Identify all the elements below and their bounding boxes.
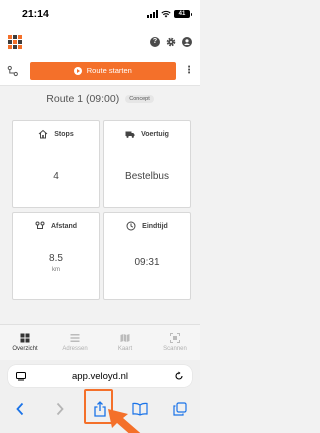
nav-label: Scannen bbox=[163, 346, 187, 352]
stops-label: Stops bbox=[54, 130, 74, 138]
end-time-card-header: Eindtijd bbox=[104, 221, 190, 231]
scan-icon bbox=[170, 333, 180, 343]
distance-value: 8.5 bbox=[49, 253, 63, 264]
distance-card[interactable]: Afstand 8.5 km bbox=[12, 212, 100, 300]
vehicle-card-header: Voertuig bbox=[104, 129, 190, 139]
logo-cell bbox=[8, 35, 12, 39]
chevron-right-icon bbox=[56, 402, 64, 416]
logo-cell bbox=[13, 40, 17, 44]
list-icon bbox=[70, 334, 80, 342]
logo-cell bbox=[13, 45, 17, 49]
distance-label: Afstand bbox=[50, 222, 78, 230]
stops-card[interactable]: Stops 4 bbox=[12, 120, 100, 208]
reload-icon[interactable] bbox=[174, 371, 184, 381]
end-time-label: Eindtijd bbox=[142, 222, 168, 230]
header-actions: ? bbox=[150, 37, 192, 47]
distance-icon bbox=[35, 221, 45, 229]
settings-icon[interactable] bbox=[166, 37, 176, 47]
logo-cell bbox=[13, 35, 17, 39]
route-icon[interactable] bbox=[6, 65, 20, 77]
clock-icon bbox=[126, 221, 136, 231]
route-title: Route 1 (09:00) bbox=[46, 93, 120, 105]
wifi-icon bbox=[161, 10, 171, 18]
logo-cell bbox=[18, 40, 22, 44]
signal-icon bbox=[147, 10, 158, 18]
vehicle-label: Voertuig bbox=[141, 130, 169, 138]
status-time: 21:14 bbox=[22, 8, 49, 20]
veloyd-logo[interactable] bbox=[8, 35, 22, 49]
app-header: ? bbox=[0, 28, 200, 56]
vehicle-card[interactable]: Voertuig Bestelbus bbox=[103, 120, 191, 208]
vehicle-value: Bestelbus bbox=[125, 171, 169, 182]
nav-label: Adressen bbox=[62, 346, 88, 352]
nav-item-adressen[interactable]: Adressen bbox=[51, 333, 99, 352]
battery-icon: 41 bbox=[174, 10, 192, 18]
browser-address-bar: app.veloyd.nl bbox=[0, 360, 200, 392]
logo-cell bbox=[8, 45, 12, 49]
chevron-left-icon bbox=[16, 402, 24, 416]
pointer-arrow-icon bbox=[108, 409, 141, 433]
bottom-nav: Overzicht Adressen Kaart Scannen bbox=[0, 324, 200, 360]
page-menu-icon[interactable] bbox=[16, 371, 26, 381]
end-time-card[interactable]: Eindtijd 09:31 bbox=[103, 212, 191, 300]
status-bar: 21:14 41 bbox=[0, 0, 200, 28]
end-time-value: 09:31 bbox=[134, 257, 160, 268]
stops-value: 4 bbox=[53, 171, 59, 182]
start-route-button[interactable]: Route starten bbox=[29, 61, 176, 80]
home-icon bbox=[38, 129, 48, 139]
back-button[interactable] bbox=[8, 398, 32, 420]
nav-label: Overzicht bbox=[12, 346, 38, 352]
play-icon bbox=[73, 66, 82, 75]
distance-unit: km bbox=[52, 267, 60, 273]
forward-button[interactable] bbox=[48, 398, 72, 420]
logo-cell bbox=[18, 35, 22, 39]
tabs-icon bbox=[173, 402, 187, 416]
url-field[interactable]: app.veloyd.nl bbox=[8, 365, 192, 387]
url-text: app.veloyd.nl bbox=[72, 370, 128, 382]
tabs-button[interactable] bbox=[168, 398, 192, 420]
grid-icon bbox=[20, 333, 30, 343]
logo-cell bbox=[18, 45, 22, 49]
status-badge: Concept bbox=[125, 95, 154, 103]
more-options-icon[interactable]: ⋮ bbox=[184, 65, 194, 76]
distance-card-header: Afstand bbox=[13, 221, 99, 231]
start-route-label: Route starten bbox=[86, 66, 132, 75]
account-icon[interactable] bbox=[182, 37, 192, 47]
nav-item-overzicht[interactable]: Overzicht bbox=[1, 333, 49, 352]
status-icons: 41 bbox=[147, 10, 192, 18]
route-toolbar: Route starten ⋮ bbox=[0, 56, 200, 86]
help-icon[interactable]: ? bbox=[150, 37, 160, 47]
truck-icon bbox=[125, 131, 135, 138]
nav-item-kaart[interactable]: Kaart bbox=[101, 333, 149, 352]
nav-item-scannen[interactable]: Scannen bbox=[151, 333, 199, 352]
nav-label: Kaart bbox=[117, 346, 133, 352]
map-icon bbox=[120, 334, 130, 342]
logo-cell bbox=[8, 40, 12, 44]
route-title-row: Route 1 (09:00) Concept bbox=[0, 88, 200, 110]
stops-card-header: Stops bbox=[13, 129, 99, 139]
